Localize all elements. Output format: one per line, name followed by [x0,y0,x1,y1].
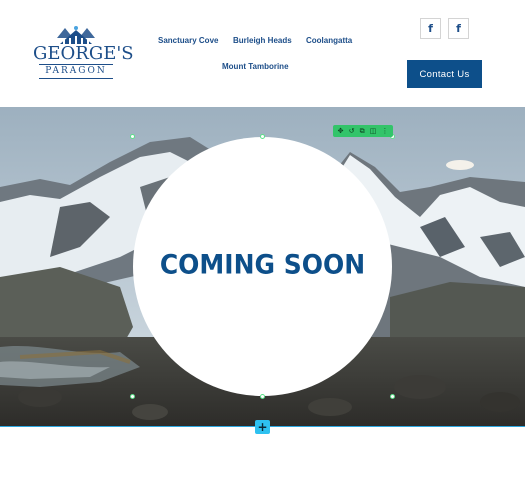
logo-rule-bottom [39,78,113,79]
georges-paragon-logo[interactable]: GEORGE'S PARAGON [33,24,134,84]
logo-line-2: PARAGON [45,66,107,76]
more-icon[interactable]: ⋮ [381,125,388,137]
add-section-button[interactable]: + [255,420,270,434]
undo-icon[interactable]: ↺ [349,125,355,137]
nav-item-mount-tamborine[interactable]: Mount Tamborine [222,62,289,71]
logo-rule-top [39,64,113,65]
facebook-icon: f [428,22,433,35]
contact-us-button[interactable]: Contact Us [407,60,482,88]
copy-icon[interactable]: ⧉ [360,125,365,137]
nav-item-sanctuary-cove[interactable]: Sanctuary Cove [158,36,218,45]
logo-line-1: GEORGE'S [33,43,134,64]
coming-soon-heading: COMING SOON [159,248,366,281]
nav-item-burleigh-heads[interactable]: Burleigh Heads [233,36,292,45]
facebook-link-1[interactable]: f [420,18,441,39]
facebook-link-2[interactable]: f [448,18,469,39]
element-editor-toolbar: ✥ ↺ ⧉ ◫ ⋮ [333,125,393,137]
site-header: GEORGE'S PARAGON Sanctuary Cove Burleigh… [0,0,525,107]
plus-icon: + [257,420,268,434]
nav-item-coolangatta[interactable]: Coolangatta [306,36,352,45]
duplicate-icon[interactable]: ◫ [370,125,377,137]
move-icon[interactable]: ✥ [338,125,344,137]
resize-handle-top[interactable] [260,134,265,139]
resize-handle-top-left[interactable] [130,134,135,139]
resize-handle-bottom[interactable] [260,394,265,399]
resize-handle-bottom-left[interactable] [130,394,135,399]
facebook-icon: f [456,22,461,35]
resize-handle-bottom-right[interactable] [390,394,395,399]
